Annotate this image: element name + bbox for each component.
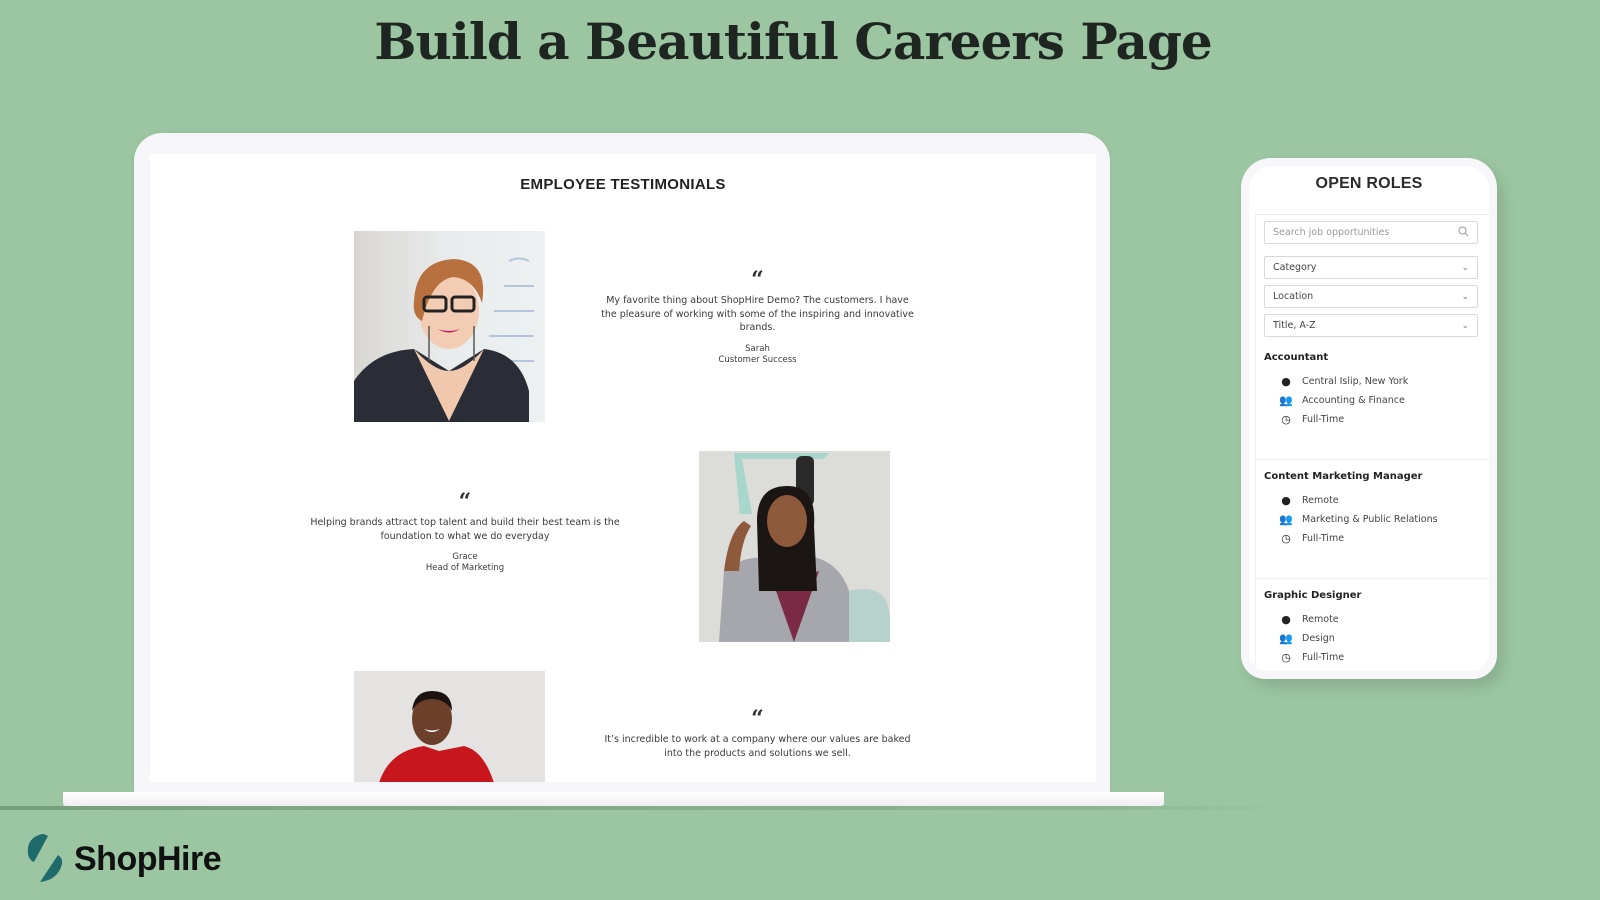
hero-title: Build a Beautiful Careers Page bbox=[374, 12, 1212, 71]
job-type: Full-Time bbox=[1302, 652, 1345, 663]
clock-icon: ◷ bbox=[1281, 651, 1291, 664]
testimonial-role: Head of Marketing bbox=[425, 563, 505, 573]
job-listing[interactable]: Accountant ● Central Islip, New York 👥 Acc… bbox=[1264, 352, 1488, 429]
ground-shadow bbox=[0, 806, 1290, 810]
people-icon: 👥 bbox=[1279, 632, 1293, 645]
laptop-screen: EMPLOYEE TESTIMONIALS “ My favorite thin… bbox=[150, 154, 1096, 782]
location-select[interactable]: Location ⌄ bbox=[1264, 285, 1478, 308]
testimonial-photo-sarah bbox=[354, 231, 545, 422]
job-department: Design bbox=[1302, 633, 1335, 644]
testimonial-card: “ My favorite thing about ShopHire Demo?… bbox=[600, 267, 915, 366]
job-divider bbox=[1256, 459, 1489, 460]
quote-icon: “ bbox=[458, 489, 472, 515]
job-filter-panel: Search job opportunities Category ⌄ Loca… bbox=[1255, 214, 1489, 671]
testimonial-text: My favorite thing about ShopHire Demo? T… bbox=[601, 295, 914, 333]
clock-icon: ◷ bbox=[1281, 413, 1291, 426]
map-pin-icon: ● bbox=[1281, 375, 1291, 388]
testimonials-heading: EMPLOYEE TESTIMONIALS bbox=[520, 176, 726, 193]
job-location: Remote bbox=[1302, 614, 1339, 625]
job-title[interactable]: Graphic Designer bbox=[1264, 590, 1488, 601]
job-department: Marketing & Public Relations bbox=[1302, 514, 1438, 525]
job-listing[interactable]: Content Marketing Manager ● Remote 👥 Marke… bbox=[1264, 471, 1488, 548]
search-icon[interactable] bbox=[1458, 226, 1469, 240]
clock-icon: ◷ bbox=[1281, 532, 1291, 545]
category-select[interactable]: Category ⌄ bbox=[1264, 256, 1478, 279]
testimonial-card: “ It’s incredible to work at a company w… bbox=[600, 706, 915, 760]
location-select-label: Location bbox=[1273, 291, 1314, 302]
sort-select[interactable]: Title, A-Z ⌄ bbox=[1264, 314, 1478, 337]
job-location: Central Islip, New York bbox=[1302, 376, 1409, 387]
quote-icon: “ bbox=[751, 267, 764, 293]
job-type: Full-Time bbox=[1302, 533, 1345, 544]
job-department: Accounting & Finance bbox=[1302, 395, 1405, 406]
job-type: Full-Time bbox=[1302, 414, 1345, 425]
testimonial-photo-man bbox=[354, 671, 545, 782]
map-pin-icon: ● bbox=[1281, 613, 1291, 626]
job-location: Remote bbox=[1302, 495, 1339, 506]
testimonial-text: Helping brands attract top talent and bu… bbox=[310, 517, 620, 542]
sort-select-label: Title, A-Z bbox=[1273, 320, 1316, 331]
chevron-down-icon: ⌄ bbox=[1461, 291, 1469, 302]
search-input[interactable]: Search job opportunities bbox=[1264, 221, 1478, 244]
testimonial-role: Customer Success bbox=[718, 354, 797, 365]
map-pin-icon: ● bbox=[1281, 494, 1291, 507]
quote-icon: “ bbox=[751, 706, 764, 732]
job-divider bbox=[1256, 578, 1489, 579]
phone-screen: OPEN ROLES Search job opportunities Cate… bbox=[1249, 166, 1489, 671]
phone-frame: OPEN ROLES Search job opportunities Cate… bbox=[1241, 158, 1497, 679]
chevron-down-icon: ⌄ bbox=[1461, 262, 1469, 273]
testimonial-card: “ Helping brands attract top talent and … bbox=[310, 489, 620, 574]
open-roles-heading: OPEN ROLES bbox=[1315, 175, 1423, 192]
testimonial-photo-grace bbox=[699, 451, 890, 642]
testimonial-name: Grace bbox=[452, 552, 478, 562]
job-title[interactable]: Content Marketing Manager bbox=[1264, 471, 1488, 482]
shophire-logo: ShopHire bbox=[26, 834, 222, 884]
category-select-label: Category bbox=[1273, 262, 1317, 273]
testimonial-name: Sarah bbox=[745, 343, 770, 354]
shophire-logo-icon bbox=[27, 834, 63, 882]
people-icon: 👥 bbox=[1279, 394, 1293, 407]
job-listing[interactable]: Graphic Designer ● Remote 👥 Design ◷ Full-T… bbox=[1264, 590, 1488, 667]
testimonial-text: It’s incredible to work at a company whe… bbox=[604, 734, 911, 759]
chevron-down-icon: ⌄ bbox=[1461, 320, 1469, 331]
people-icon: 👥 bbox=[1279, 513, 1293, 526]
job-title[interactable]: Accountant bbox=[1264, 352, 1488, 363]
laptop-base bbox=[63, 792, 1164, 806]
brand-name: ShopHire bbox=[74, 839, 222, 878]
search-placeholder: Search job opportunities bbox=[1273, 227, 1390, 238]
